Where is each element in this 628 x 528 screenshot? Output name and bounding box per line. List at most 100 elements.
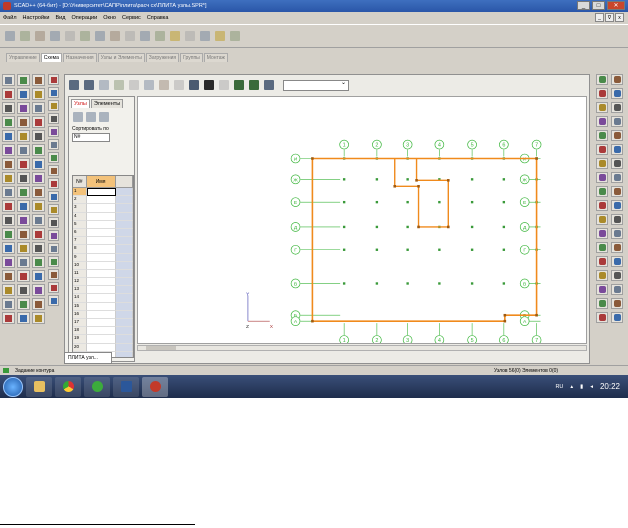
tool-button[interactable] <box>48 243 59 254</box>
tool-button[interactable] <box>17 242 30 254</box>
tool-button[interactable] <box>596 116 608 127</box>
tool-icon[interactable] <box>170 31 180 41</box>
tool-button[interactable] <box>596 172 608 183</box>
row-name-cell[interactable] <box>86 302 116 311</box>
tool-icon[interactable] <box>35 31 45 41</box>
close-button[interactable]: ✕ <box>607 1 625 10</box>
tool-button[interactable] <box>2 298 15 310</box>
tool-button[interactable] <box>32 144 45 156</box>
menu-settings[interactable]: Настройки <box>23 15 50 21</box>
contour-vertex[interactable] <box>447 179 450 182</box>
tab-scheme[interactable]: Схема <box>40 53 62 62</box>
row-name-cell[interactable] <box>86 269 116 279</box>
tool-icon[interactable] <box>174 80 184 90</box>
tool-button[interactable] <box>17 186 30 198</box>
tool-button[interactable] <box>32 242 45 254</box>
start-button[interactable] <box>3 376 23 397</box>
tool-button[interactable] <box>32 74 45 86</box>
node-point[interactable] <box>502 248 506 251</box>
row-name-cell[interactable] <box>86 220 116 229</box>
table-row[interactable]: 13 <box>73 286 133 295</box>
menu-help[interactable]: Справка <box>147 15 169 21</box>
tool-button[interactable] <box>596 256 608 267</box>
filter-combobox[interactable] <box>283 79 349 91</box>
tool-button[interactable] <box>2 214 15 226</box>
taskbar-scad[interactable] <box>142 376 168 397</box>
tool-icon[interactable] <box>155 31 165 41</box>
tool-button[interactable] <box>32 116 45 128</box>
tool-button[interactable] <box>32 312 45 324</box>
plate-contour[interactable] <box>311 157 538 322</box>
tool-button[interactable] <box>596 186 608 197</box>
contour-vertex[interactable] <box>393 184 397 188</box>
tool-button[interactable] <box>48 165 59 176</box>
table-row[interactable]: 20 <box>73 343 133 352</box>
tool-button[interactable] <box>2 228 15 240</box>
row-name-cell[interactable] <box>86 319 116 328</box>
tool-button[interactable] <box>48 139 59 150</box>
tool-button[interactable] <box>2 312 15 324</box>
tool-button[interactable] <box>48 204 59 215</box>
tool-button[interactable] <box>596 200 608 211</box>
node-point[interactable] <box>470 178 474 181</box>
tool-icon[interactable] <box>264 80 274 90</box>
tool-button[interactable] <box>596 158 608 169</box>
tool-button[interactable] <box>17 88 30 100</box>
tool-button[interactable] <box>48 126 59 137</box>
tool-button[interactable] <box>17 270 30 282</box>
taskbar-explorer[interactable] <box>26 376 52 397</box>
node-point[interactable] <box>375 225 379 229</box>
node-point[interactable] <box>502 178 506 181</box>
tool-button[interactable] <box>17 74 30 86</box>
horizontal-scrollbar[interactable] <box>137 345 587 351</box>
tool-button[interactable] <box>611 88 623 99</box>
contour-vertex[interactable] <box>535 157 538 160</box>
tool-button[interactable] <box>32 102 45 114</box>
node-point[interactable] <box>375 178 379 181</box>
tool-button[interactable] <box>17 116 30 128</box>
tool-button[interactable] <box>2 144 15 156</box>
tab-assembly[interactable]: Монтаж <box>203 53 228 62</box>
tab-assignments[interactable]: Назначения <box>62 53 97 62</box>
network-icon[interactable]: ▮ <box>580 384 583 390</box>
tool-button[interactable] <box>611 116 623 127</box>
tool-button[interactable] <box>2 74 15 86</box>
tab-nodes[interactable]: Узлы <box>71 99 90 108</box>
tab-nodes-elements[interactable]: Узлы и Элементы <box>97 53 145 62</box>
contour-vertex[interactable] <box>311 319 314 323</box>
tool-icon[interactable] <box>80 31 90 41</box>
tool-button[interactable] <box>611 144 623 155</box>
tool-button[interactable] <box>32 130 45 142</box>
col-name[interactable]: Имя <box>86 176 116 188</box>
tool-button[interactable] <box>17 312 30 324</box>
tool-button[interactable] <box>32 284 45 296</box>
maximize-button[interactable]: □ <box>592 1 605 10</box>
tool-button[interactable] <box>48 113 59 124</box>
node-point[interactable] <box>470 248 474 251</box>
row-name-cell[interactable] <box>86 294 116 303</box>
tool-icon[interactable] <box>215 31 225 41</box>
table-icon[interactable] <box>69 80 79 90</box>
grid-icon[interactable] <box>84 80 94 90</box>
tool-icon[interactable] <box>95 31 105 41</box>
tool-button[interactable] <box>32 158 45 170</box>
row-name-cell[interactable] <box>86 237 116 246</box>
tool-button[interactable] <box>596 270 608 281</box>
tool-button[interactable] <box>17 172 30 184</box>
tool-button[interactable] <box>17 298 30 310</box>
volume-icon[interactable]: ◂ <box>590 384 593 390</box>
tool-button[interactable] <box>2 116 15 128</box>
language-indicator[interactable]: RU <box>555 384 563 390</box>
table-row[interactable]: 16 <box>73 310 133 319</box>
contour-vertex[interactable] <box>503 313 507 317</box>
tool-button[interactable] <box>596 88 608 99</box>
tool-button[interactable] <box>32 214 45 226</box>
tool-button[interactable] <box>17 130 30 142</box>
tool-button[interactable] <box>48 269 59 280</box>
tool-button[interactable] <box>48 191 59 202</box>
tool-button[interactable] <box>611 242 623 253</box>
tool-button[interactable] <box>596 102 608 113</box>
tool-icon[interactable] <box>20 31 30 41</box>
table-row[interactable]: 1 <box>73 188 133 197</box>
tool-button[interactable] <box>48 256 59 267</box>
